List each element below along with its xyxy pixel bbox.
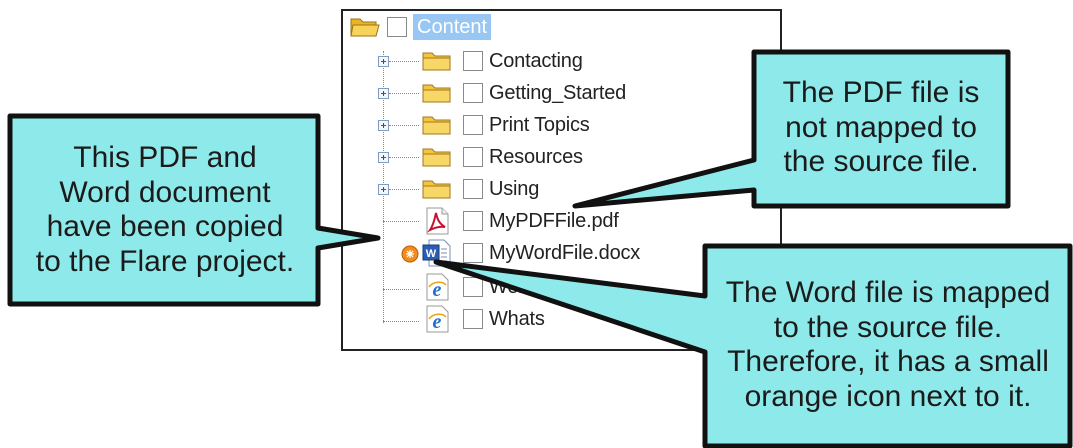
item-checkbox[interactable] xyxy=(463,277,483,297)
item-checkbox[interactable] xyxy=(463,51,483,71)
callout-top-right-text: The PDF file is not mapped to the source… xyxy=(754,76,1008,180)
tree-connector-line xyxy=(383,321,419,322)
folder-icon xyxy=(421,49,453,73)
item-label: Getting_Started xyxy=(489,81,627,104)
tree-connector-line xyxy=(389,61,419,62)
tree-connector-line xyxy=(389,189,419,190)
callout-line: have been copied xyxy=(46,210,284,243)
tree-item-word-file[interactable]: W MyWordFile.docx xyxy=(421,239,640,267)
tree-item-contacting[interactable]: Contacting xyxy=(421,47,583,75)
folder-icon xyxy=(421,113,453,137)
item-checkbox[interactable] xyxy=(463,147,483,167)
expand-toggle-getting-started[interactable] xyxy=(378,88,389,99)
tree-item-using[interactable]: Using xyxy=(421,175,539,203)
tree-item-pdf-file[interactable]: MyPDFFile.pdf xyxy=(421,207,619,235)
tree-connector-line xyxy=(383,289,419,290)
item-checkbox[interactable] xyxy=(463,115,483,135)
callout-line: The PDF file is xyxy=(782,76,980,109)
root-checkbox[interactable] xyxy=(387,17,407,37)
tree-item-whats[interactable]: e Whats xyxy=(421,305,545,333)
folder-open-icon xyxy=(349,15,381,39)
svg-text:W: W xyxy=(426,248,437,260)
callout-bottom-right-text: The Word file is mapped to the source fi… xyxy=(706,276,1070,414)
expand-toggle-contacting[interactable] xyxy=(378,56,389,67)
folder-icon xyxy=(421,177,453,201)
expand-toggle-print-topics[interactable] xyxy=(378,120,389,131)
pdf-file-icon xyxy=(421,207,453,235)
callout-line: Word document xyxy=(59,175,271,209)
tree-connector-line xyxy=(389,157,419,158)
tree-item-print-topics[interactable]: Print Topics xyxy=(421,111,590,139)
callout-line: orange icon next to it. xyxy=(744,379,1032,413)
tree-item-getting-started[interactable]: Getting_Started xyxy=(421,79,626,107)
tree-connector-line xyxy=(389,125,419,126)
tree-connector-line xyxy=(383,221,419,222)
orange-link-icon xyxy=(401,245,419,263)
callout-line: This PDF and xyxy=(73,141,257,174)
item-label: Resources xyxy=(489,145,583,168)
callout-line: to the Flare project. xyxy=(35,244,295,278)
tree-root-label[interactable]: Content xyxy=(413,14,492,40)
item-checkbox[interactable] xyxy=(463,83,483,103)
callout-left-text: This PDF and Word document have been cop… xyxy=(12,141,318,279)
callout-line: not mapped to xyxy=(785,110,977,144)
tree-connector-line xyxy=(389,93,419,94)
callout-line: The Word file is mapped xyxy=(725,276,1051,309)
item-label: Whats xyxy=(489,307,545,330)
callout-line: Therefore, it has a small xyxy=(727,345,1049,378)
item-label: MyPDFFile.pdf xyxy=(489,209,619,232)
callout-line: the source file. xyxy=(783,145,979,178)
tree-item-resources[interactable]: Resources xyxy=(421,143,583,171)
tree-root-row[interactable]: Content xyxy=(349,13,492,41)
word-file-icon: W xyxy=(421,239,453,267)
item-label: Using xyxy=(489,177,540,200)
item-checkbox[interactable] xyxy=(463,211,483,231)
item-label: Print Topics xyxy=(489,113,590,136)
html-file-icon: e xyxy=(421,273,453,301)
item-label: MyWordFile.docx xyxy=(489,241,641,264)
expand-toggle-resources[interactable] xyxy=(378,152,389,163)
folder-icon xyxy=(421,81,453,105)
item-label: Contacting xyxy=(489,49,583,72)
item-checkbox[interactable] xyxy=(463,309,483,329)
callout-line: to the source file. xyxy=(773,310,1003,344)
item-label: Welcome.htm xyxy=(489,275,609,298)
tree-item-welcome-htm[interactable]: e Welcome.htm xyxy=(421,273,609,301)
folder-icon xyxy=(421,145,453,169)
expand-toggle-using[interactable] xyxy=(378,184,389,195)
item-checkbox[interactable] xyxy=(463,179,483,199)
item-checkbox[interactable] xyxy=(463,243,483,263)
html-file-icon: e xyxy=(421,305,453,333)
